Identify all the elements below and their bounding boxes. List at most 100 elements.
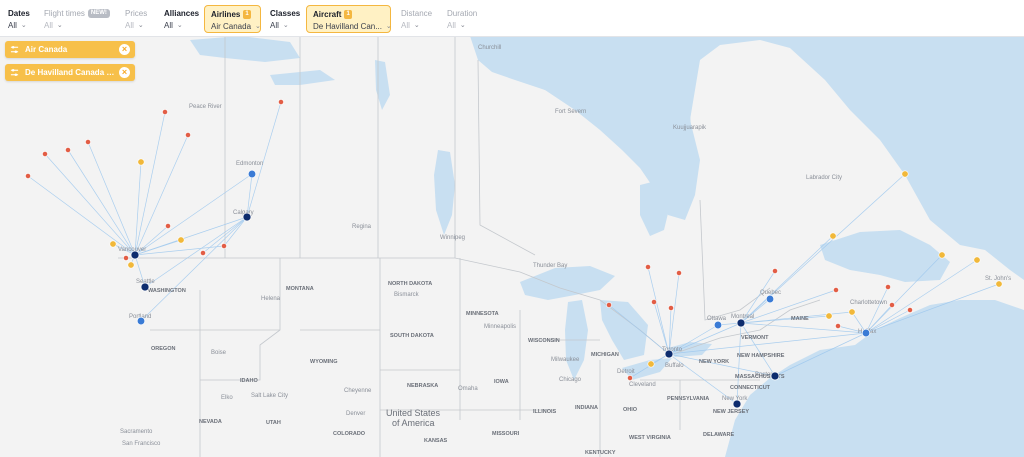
airport-marker[interactable] xyxy=(606,302,612,308)
close-icon[interactable]: × xyxy=(119,44,130,55)
airport-marker[interactable] xyxy=(829,232,837,240)
chevron-down-icon: ⌄ xyxy=(282,22,289,29)
airport-marker[interactable] xyxy=(645,264,651,270)
airport-marker[interactable] xyxy=(25,173,31,179)
airport-marker[interactable] xyxy=(825,312,833,320)
airport-marker[interactable] xyxy=(848,308,856,316)
label-maine: MAINE xyxy=(791,316,809,322)
airport-marker[interactable] xyxy=(772,268,778,274)
label-idaho: IDAHO xyxy=(240,378,258,384)
chevron-down-icon: ⌄ xyxy=(176,22,183,29)
label-churchill: Churchill xyxy=(478,45,501,51)
label-helena: Helena xyxy=(261,296,281,302)
label-new-jersey: NEW JERSEY xyxy=(713,409,749,415)
airport-marker[interactable] xyxy=(177,236,185,244)
airport-marker[interactable] xyxy=(995,280,1003,288)
label-labrador-city: Labrador City xyxy=(806,175,842,181)
airport-marker[interactable] xyxy=(123,255,129,261)
airport-marker[interactable] xyxy=(713,320,723,330)
label-utah: UTAH xyxy=(266,420,281,426)
airport-marker[interactable] xyxy=(165,223,171,229)
airport-marker[interactable] xyxy=(65,147,71,153)
airport-marker[interactable] xyxy=(136,316,146,326)
label-thunder-bay: Thunder Bay xyxy=(533,263,567,269)
airport-marker[interactable] xyxy=(200,250,206,256)
active-filter-chip-airline[interactable]: Air Canada × xyxy=(5,41,135,58)
chip-label: Air Canada xyxy=(25,45,68,54)
label-cheyenne: Cheyenne xyxy=(344,388,372,394)
airport-marker[interactable] xyxy=(278,99,284,105)
airport-marker[interactable] xyxy=(676,270,682,276)
airport-marker[interactable] xyxy=(221,243,227,249)
airport-marker[interactable] xyxy=(901,170,909,178)
chevron-down-icon: ⌄ xyxy=(385,23,392,30)
filter-duration-label: Duration xyxy=(447,9,478,18)
airport-marker[interactable] xyxy=(109,240,117,248)
airport-marker[interactable] xyxy=(765,294,775,304)
airport-marker[interactable] xyxy=(732,399,742,409)
filter-classes[interactable]: Classes All ⌄ xyxy=(264,5,304,33)
airport-marker[interactable] xyxy=(647,360,655,368)
airport-marker[interactable] xyxy=(185,132,191,138)
chevron-down-icon: ⌄ xyxy=(255,23,261,30)
airport-marker[interactable] xyxy=(162,109,168,115)
filter-prices[interactable]: Prices All ⌄ xyxy=(119,5,157,33)
filter-airlines-count: 1 xyxy=(243,10,251,19)
airport-marker[interactable] xyxy=(127,261,135,269)
filter-alliances[interactable]: Alliances All ⌄ xyxy=(158,5,202,33)
route-map[interactable]: Churchill Fort Severn Kuujjuarapik Peace… xyxy=(0,36,1024,457)
airport-marker[interactable] xyxy=(833,287,839,293)
airport-marker[interactable] xyxy=(938,251,946,259)
airport-marker[interactable] xyxy=(137,158,145,166)
label-missouri: MISSOURI xyxy=(492,431,520,437)
label-michigan: MICHIGAN xyxy=(591,352,619,358)
airport-marker[interactable] xyxy=(770,371,780,381)
label-kuujjuarapik: Kuujjuarapik xyxy=(673,125,707,131)
filter-flight-times-label: Flight times xyxy=(44,9,85,18)
label-boise: Boise xyxy=(211,350,227,356)
airport-marker[interactable] xyxy=(42,151,48,157)
label-fort-severn: Fort Severn xyxy=(555,109,586,115)
airport-marker[interactable] xyxy=(736,318,746,328)
label-denver: Denver xyxy=(346,411,365,417)
filter-flight-times[interactable]: Flight times NEW! All ⌄ xyxy=(38,5,114,33)
airport-marker[interactable] xyxy=(242,212,252,222)
airport-marker[interactable] xyxy=(835,323,841,329)
close-icon[interactable]: × xyxy=(119,67,130,78)
airport-marker[interactable] xyxy=(668,305,674,311)
airport-marker[interactable] xyxy=(627,375,633,381)
label-san-francisco: San Francisco xyxy=(122,441,161,447)
airport-marker[interactable] xyxy=(907,307,913,313)
active-filter-chip-aircraft[interactable]: De Havilland Canada DH... × xyxy=(5,64,135,81)
label-kansas: KANSAS xyxy=(424,438,448,444)
label-minnesota: MINNESOTA xyxy=(466,311,499,317)
airport-marker[interactable] xyxy=(130,250,140,260)
label-nevada: NEVADA xyxy=(199,419,222,425)
airport-marker[interactable] xyxy=(885,284,891,290)
airport-marker[interactable] xyxy=(651,299,657,305)
filter-dates[interactable]: Dates All ⌄ xyxy=(2,5,36,33)
chevron-down-icon: ⌄ xyxy=(56,22,63,29)
label-kentucky: KENTUCKY xyxy=(585,450,616,456)
label-indiana: INDIANA xyxy=(575,405,598,411)
label-detroit: Detroit xyxy=(617,369,635,375)
filter-aircraft-label: Aircraft xyxy=(313,10,342,19)
chevron-down-icon: ⌄ xyxy=(137,22,144,29)
filter-aircraft[interactable]: Aircraft 1 De Havilland Can... ⌄ xyxy=(306,5,392,33)
airport-marker[interactable] xyxy=(861,328,871,338)
label-oregon: OREGON xyxy=(151,346,175,352)
airport-marker[interactable] xyxy=(973,256,981,264)
airport-marker[interactable] xyxy=(140,282,150,292)
label-connecticut: CONNECTICUT xyxy=(730,385,771,391)
filter-distance[interactable]: Distance All ⌄ xyxy=(395,5,439,33)
filter-airlines[interactable]: Airlines 1 Air Canada ⌄ xyxy=(204,5,261,33)
label-montana: MONTANA xyxy=(286,286,314,292)
label-vermont: VERMONT xyxy=(741,335,769,341)
label-buffalo: Buffalo xyxy=(665,363,684,369)
airport-marker[interactable] xyxy=(889,302,895,308)
filter-duration[interactable]: Duration All ⌄ xyxy=(441,5,485,33)
airport-marker[interactable] xyxy=(247,169,257,179)
filter-dates-label: Dates xyxy=(8,9,30,18)
airport-marker[interactable] xyxy=(85,139,91,145)
airport-marker[interactable] xyxy=(664,349,674,359)
